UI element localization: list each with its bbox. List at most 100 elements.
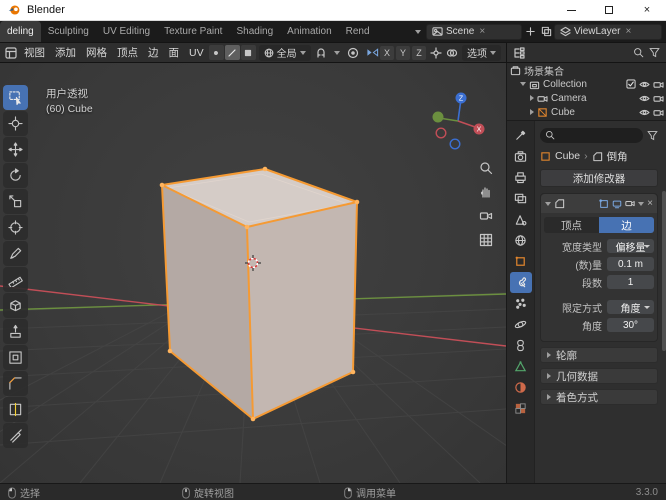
render-visibility-camera-icon[interactable] <box>653 94 664 103</box>
copy-scene-icon[interactable] <box>538 24 554 40</box>
toggle-realtime-icon[interactable] <box>612 199 622 209</box>
limit-method-dropdown[interactable]: 角度 <box>607 300 654 315</box>
properties-scrollbar[interactable] <box>662 191 666 351</box>
properties-filter-icon[interactable] <box>647 130 658 141</box>
properties-tab-texture[interactable] <box>510 398 532 419</box>
transform-orientation-dropdown[interactable]: 全局 <box>258 44 311 61</box>
minimize-button[interactable] <box>552 0 590 20</box>
outliner-editor-type-icon[interactable] <box>511 45 527 61</box>
grid-toggle-icon[interactable] <box>479 233 493 247</box>
hide-eye-icon[interactable] <box>639 108 650 117</box>
breadcrumb-modifier[interactable]: 倒角 <box>607 149 628 164</box>
unlink-scene-icon[interactable]: × <box>479 26 485 37</box>
properties-tab-material[interactable] <box>510 377 532 398</box>
properties-tab-constraints[interactable] <box>510 335 532 356</box>
camera-view-icon[interactable] <box>479 209 493 223</box>
tool-scale[interactable] <box>3 189 28 214</box>
snap-settings-icon[interactable] <box>329 45 345 61</box>
tool-measure[interactable] <box>3 267 28 292</box>
properties-tab-output[interactable] <box>510 167 532 188</box>
zoom-icon[interactable] <box>479 161 493 175</box>
tool-rotate[interactable] <box>3 163 28 188</box>
exclude-checkbox-icon[interactable] <box>626 79 636 89</box>
menu-edge[interactable]: 边 <box>143 45 164 60</box>
proportional-editing-icon[interactable] <box>345 45 361 61</box>
geometry-section[interactable]: 几何数据 <box>540 368 658 384</box>
properties-tab-object-data[interactable] <box>510 356 532 377</box>
face-select-mode-button[interactable] <box>240 45 256 60</box>
toggle-render-icon[interactable] <box>625 199 635 209</box>
angle-field[interactable]: 30° <box>607 318 654 332</box>
tool-knife[interactable] <box>3 423 28 448</box>
workspace-tab-sculpting[interactable]: Sculpting <box>41 21 96 42</box>
menu-mesh[interactable]: 网格 <box>81 45 112 60</box>
tool-bevel[interactable] <box>3 371 28 396</box>
affect-vertices-tab[interactable]: 顶点 <box>544 217 599 233</box>
mirror-y-toggle[interactable]: Y <box>396 45 410 60</box>
properties-tab-scene[interactable] <box>510 209 532 230</box>
mirror-icon[interactable] <box>364 45 380 61</box>
breadcrumb-object[interactable]: Cube <box>555 150 580 162</box>
workspace-tab-modeling[interactable]: deling <box>0 21 41 42</box>
tool-transform[interactable] <box>3 215 28 240</box>
render-visibility-camera-icon[interactable] <box>653 80 664 89</box>
workspace-tab-animation[interactable]: Animation <box>280 21 338 42</box>
maximize-button[interactable] <box>590 0 628 20</box>
close-button[interactable]: × <box>628 0 666 20</box>
segments-field[interactable]: 1 <box>607 275 654 289</box>
edge-select-mode-button[interactable] <box>224 45 240 60</box>
add-workspace-icon[interactable] <box>410 24 426 40</box>
vertex-select-mode-button[interactable] <box>208 45 224 60</box>
outliner-search-icon[interactable] <box>630 45 646 61</box>
tool-cursor[interactable] <box>3 111 28 136</box>
toggle-edit-mode-icon[interactable] <box>599 198 609 209</box>
properties-tab-physics[interactable] <box>510 314 532 335</box>
gizmo-negative-x-axis[interactable] <box>435 127 447 139</box>
shading-section[interactable]: 着色方式 <box>540 389 658 405</box>
menu-uv[interactable]: UV <box>184 47 209 59</box>
properties-tab-modifiers[interactable] <box>509 272 532 293</box>
workspace-tab-texture-paint[interactable]: Texture Paint <box>157 21 229 42</box>
overlays-toggle-icon[interactable] <box>444 45 460 61</box>
editor-type-icon[interactable] <box>3 45 19 61</box>
properties-tab-render[interactable] <box>510 146 532 167</box>
tool-add-cube[interactable] <box>3 293 28 318</box>
scene-selector[interactable]: Scene × <box>426 23 522 40</box>
gizmo-negative-z-axis[interactable] <box>449 138 461 150</box>
new-scene-icon[interactable] <box>522 24 538 40</box>
gizmo-y-axis[interactable] <box>432 111 444 123</box>
outliner-row-collection[interactable]: Collection <box>517 77 666 91</box>
affect-edges-tab[interactable]: 边 <box>599 217 654 233</box>
properties-tab-object[interactable] <box>510 251 532 272</box>
cube-object[interactable] <box>159 166 360 422</box>
modifier-header[interactable]: × <box>541 194 657 213</box>
tool-extrude-region[interactable] <box>3 319 28 344</box>
modifier-expand-icon[interactable] <box>545 201 551 206</box>
workspace-tab-shading[interactable]: Shading <box>229 21 280 42</box>
modifier-close-icon[interactable]: × <box>647 198 653 209</box>
tool-inset-faces[interactable] <box>3 345 28 370</box>
menu-vertex[interactable]: 顶点 <box>112 45 143 60</box>
properties-tab-world[interactable] <box>510 230 532 251</box>
options-dropdown[interactable]: 选项 <box>462 44 501 61</box>
outliner-row-camera[interactable]: Camera <box>527 91 666 105</box>
workspace-tab-rendering[interactable]: Rend <box>339 21 377 42</box>
menu-view[interactable]: 视图 <box>19 45 50 60</box>
view-layer-selector[interactable]: ViewLayer × <box>554 23 662 40</box>
amount-field[interactable]: 0.1 m <box>607 257 654 271</box>
tool-annotate[interactable] <box>3 241 28 266</box>
tool-move[interactable] <box>3 137 28 162</box>
properties-tab-view-layer[interactable] <box>510 188 532 209</box>
outliner-scene-collection[interactable]: 场景集合 <box>507 63 666 78</box>
hide-eye-icon[interactable] <box>639 80 650 89</box>
menu-add[interactable]: 添加 <box>50 45 81 60</box>
menu-face[interactable]: 面 <box>164 45 185 60</box>
render-visibility-camera-icon[interactable] <box>653 108 664 117</box>
snap-magnet-icon[interactable] <box>313 45 329 61</box>
pan-hand-icon[interactable] <box>479 185 493 199</box>
profile-section[interactable]: 轮廓 <box>540 347 658 363</box>
add-modifier-button[interactable]: 添加修改器 <box>540 169 658 187</box>
navigation-gizmo[interactable]: Z X <box>428 89 492 153</box>
outliner-row-cube[interactable]: Cube <box>527 105 666 119</box>
modifier-extras-icon[interactable] <box>638 201 645 206</box>
